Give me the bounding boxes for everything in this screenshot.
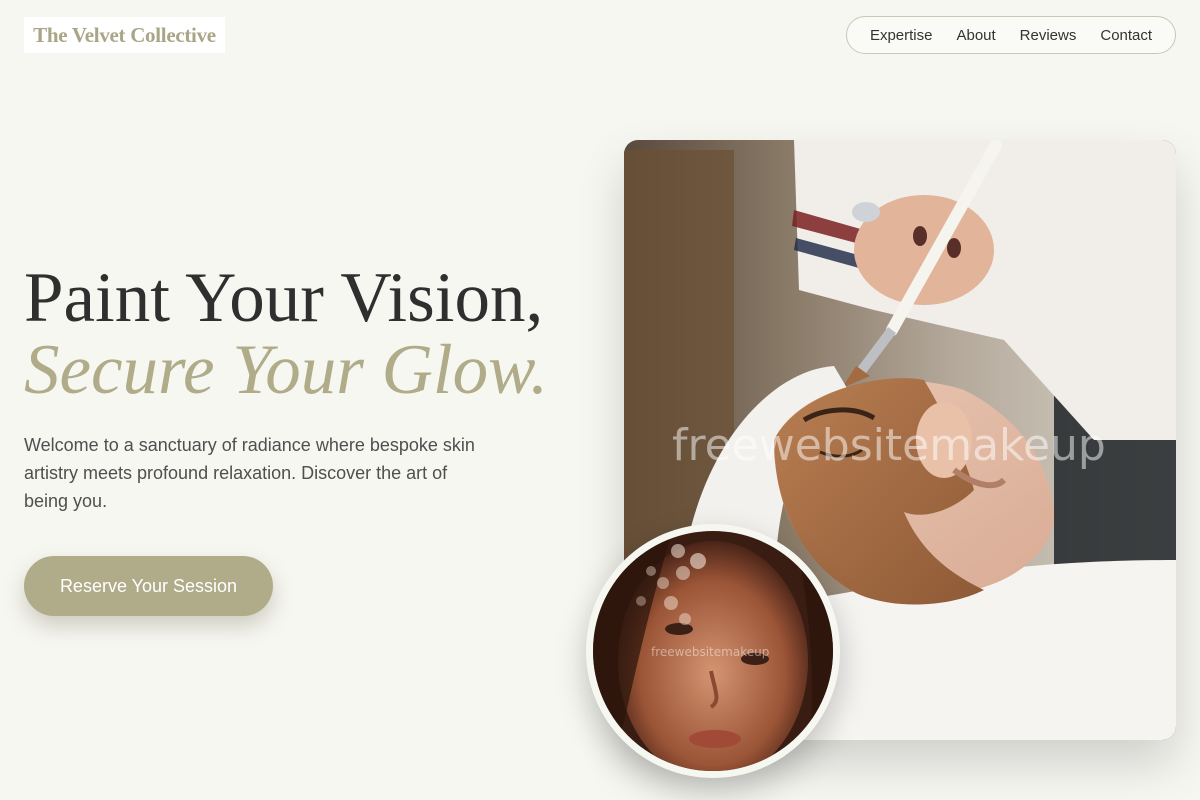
headline-line-1: Paint Your Vision, bbox=[24, 259, 544, 337]
hero-intro-text: Welcome to a sanctuary of radiance where… bbox=[24, 435, 475, 511]
main-nav: Expertise About Reviews Contact bbox=[846, 16, 1176, 54]
reserve-session-button[interactable]: Reserve Your Session bbox=[24, 556, 273, 616]
headline-line-2: Secure Your Glow. bbox=[24, 331, 548, 409]
nav-item-expertise[interactable]: Expertise bbox=[870, 27, 933, 44]
hero-headline: Paint Your Vision, Secure Your Glow. bbox=[24, 262, 548, 406]
brand-logo[interactable]: The Velvet Collective bbox=[24, 17, 225, 53]
nav-item-reviews[interactable]: Reviews bbox=[1020, 27, 1077, 44]
nav-item-about[interactable]: About bbox=[956, 27, 995, 44]
portrait-inset-photo bbox=[586, 524, 840, 778]
nav-item-contact[interactable]: Contact bbox=[1100, 27, 1152, 44]
